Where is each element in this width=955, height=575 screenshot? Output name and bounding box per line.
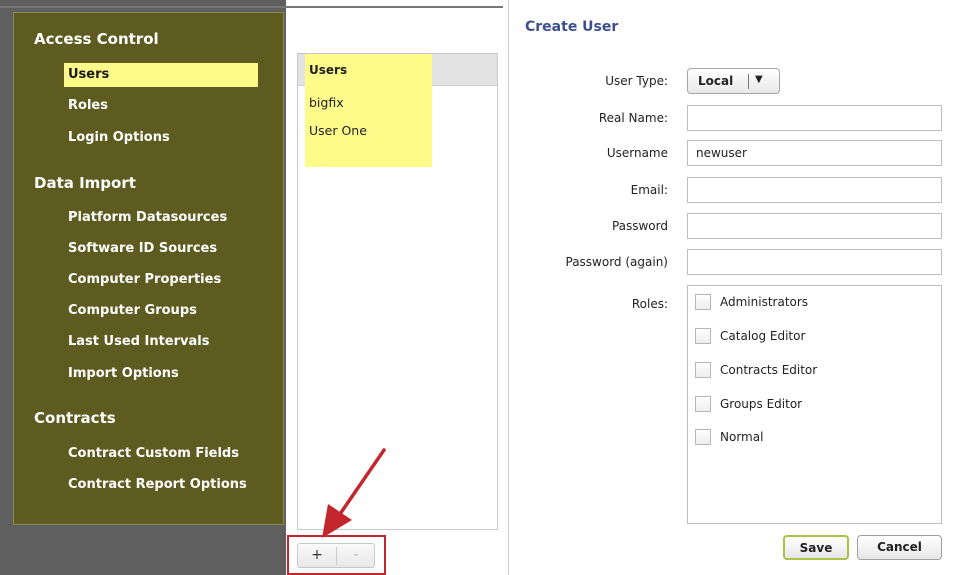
email-label: Email: bbox=[630, 183, 668, 197]
role-checkbox[interactable] bbox=[695, 396, 711, 412]
role-label: Groups Editor bbox=[720, 397, 803, 411]
users-column-header[interactable]: Users bbox=[309, 63, 347, 77]
red-arrow-icon bbox=[322, 448, 386, 538]
role-label: Contracts Editor bbox=[720, 363, 818, 377]
save-button[interactable]: Save bbox=[783, 535, 849, 560]
role-label: Catalog Editor bbox=[720, 329, 806, 343]
role-label: Normal bbox=[720, 430, 764, 444]
password-again-label: Password (again) bbox=[565, 255, 669, 269]
user-type-label: User Type: bbox=[605, 74, 668, 88]
username-field[interactable]: newuser bbox=[687, 140, 942, 166]
roles-label: Roles: bbox=[631, 297, 668, 311]
sidebar-item-software-id-sources[interactable]: Software ID Sources bbox=[68, 241, 217, 256]
real-name-field[interactable] bbox=[687, 105, 942, 131]
role-checkbox[interactable] bbox=[695, 328, 711, 344]
list-item-user[interactable]: bigfix bbox=[309, 95, 344, 110]
sidebar: Access Control Users Roles Login Options… bbox=[13, 12, 284, 525]
sidebar-item-contract-report-options[interactable]: Contract Report Options bbox=[68, 477, 247, 492]
sidebar-item-computer-groups[interactable]: Computer Groups bbox=[68, 303, 197, 318]
sidebar-item-last-used-intervals[interactable]: Last Used Intervals bbox=[68, 334, 209, 349]
sidebar-item-contract-custom-fields[interactable]: Contract Custom Fields bbox=[68, 446, 239, 461]
role-checkbox[interactable] bbox=[695, 429, 711, 445]
sidebar-item-login-options[interactable]: Login Options bbox=[68, 130, 170, 145]
password-again-field[interactable] bbox=[687, 249, 942, 275]
password-field[interactable] bbox=[687, 213, 942, 239]
role-checkbox[interactable] bbox=[695, 294, 711, 310]
email-field[interactable] bbox=[687, 177, 942, 203]
sidebar-section-contracts: Contracts bbox=[34, 409, 116, 427]
top-rule bbox=[0, 6, 503, 8]
cancel-button[interactable]: Cancel bbox=[857, 535, 942, 560]
sidebar-item-users[interactable]: Users bbox=[64, 63, 258, 87]
sidebar-section-data-import: Data Import bbox=[34, 174, 136, 192]
sidebar-item-import-options[interactable]: Import Options bbox=[68, 366, 179, 381]
real-name-label: Real Name: bbox=[598, 111, 668, 125]
user-type-select[interactable]: Local ▼ bbox=[687, 68, 780, 94]
sidebar-item-platform-datasources[interactable]: Platform Datasources bbox=[68, 210, 227, 225]
list-item-user[interactable]: User One bbox=[309, 123, 367, 138]
username-label: Username bbox=[606, 146, 668, 160]
sidebar-item-computer-properties[interactable]: Computer Properties bbox=[68, 272, 221, 287]
roles-list: Administrators Catalog Editor Contracts … bbox=[687, 285, 942, 524]
user-type-value: Local bbox=[698, 74, 734, 88]
select-separator bbox=[748, 74, 749, 89]
sidebar-section-access-control: Access Control bbox=[34, 30, 159, 48]
chevron-down-icon: ▼ bbox=[755, 74, 763, 85]
page-title: Create User bbox=[525, 19, 619, 35]
role-label: Administrators bbox=[720, 295, 809, 309]
role-checkbox[interactable] bbox=[695, 362, 711, 378]
password-label: Password bbox=[611, 219, 668, 233]
sidebar-item-roles[interactable]: Roles bbox=[68, 98, 108, 113]
